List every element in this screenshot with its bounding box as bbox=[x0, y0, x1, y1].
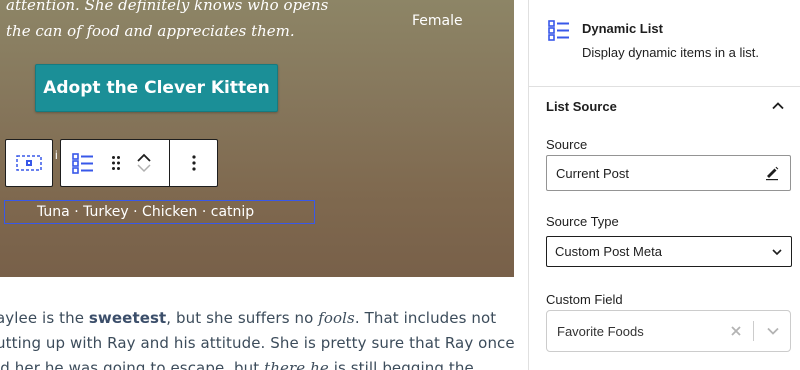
sidebar-scrollbar[interactable] bbox=[795, 0, 800, 370]
custom-field-label: Custom Field bbox=[546, 292, 623, 307]
block-card: Dynamic List Display dynamic items in a … bbox=[529, 0, 800, 87]
block-type-switcher[interactable] bbox=[61, 140, 105, 186]
chevron-down-icon[interactable] bbox=[766, 324, 780, 338]
gender-label: Female bbox=[412, 13, 463, 29]
editor-canvas: attention. She definitely knows who open… bbox=[0, 0, 528, 370]
drag-handle[interactable] bbox=[105, 140, 127, 186]
source-label: Source bbox=[546, 137, 588, 152]
drag-handle-icon bbox=[112, 156, 120, 170]
hero-text-line: attention. She definitely knows who open… bbox=[6, 0, 329, 14]
hero-cover-block[interactable]: attention. She definitely knows who open… bbox=[0, 0, 514, 277]
panel-title: List Source bbox=[546, 99, 617, 114]
clear-icon[interactable] bbox=[729, 324, 743, 338]
select-divider bbox=[753, 321, 754, 341]
block-card-description: Display dynamic items in a list. bbox=[582, 45, 759, 60]
move-up-button[interactable] bbox=[136, 153, 152, 163]
custom-field-select[interactable]: Favorite Foods bbox=[546, 310, 791, 352]
source-field[interactable]: Current Post bbox=[546, 155, 791, 191]
text-run: is still begging the bbox=[328, 359, 474, 370]
paragraph-line: ld her he was going to escape, but there… bbox=[0, 356, 486, 370]
cover-block-icon bbox=[16, 155, 42, 171]
move-down-button[interactable] bbox=[136, 163, 152, 173]
settings-sidebar: Dynamic List Display dynamic items in a … bbox=[529, 0, 800, 370]
italic-text: fools bbox=[318, 309, 355, 327]
source-value: Current Post bbox=[556, 165, 629, 181]
paragraph-block[interactable]: aylee is the sweetest, but she suffers n… bbox=[0, 306, 515, 370]
custom-field-value: Favorite Foods bbox=[557, 323, 644, 339]
list-separator: · bbox=[128, 204, 143, 220]
block-card-title: Dynamic List bbox=[582, 21, 663, 36]
list-icon bbox=[548, 20, 569, 41]
list-item: Tuna bbox=[37, 204, 70, 220]
text-run: ld her he was going to escape, but bbox=[0, 359, 265, 370]
select-parent-block-button[interactable] bbox=[5, 139, 53, 187]
adopt-button[interactable]: Adopt the Clever Kitten bbox=[35, 64, 278, 112]
bold-text: sweetest bbox=[88, 309, 167, 327]
block-options-button[interactable] bbox=[169, 139, 218, 187]
hero-description: attention. She definitely knows who open… bbox=[6, 0, 336, 44]
list-item: Turkey bbox=[83, 204, 129, 220]
paragraph-line: utting up with Ray and his attitude. She… bbox=[0, 334, 515, 352]
block-movers bbox=[127, 140, 161, 186]
list-source-panel-toggle[interactable]: List Source bbox=[529, 88, 800, 126]
pencil-icon[interactable] bbox=[764, 165, 780, 181]
toolbar-marker: i bbox=[55, 148, 58, 162]
list-icon bbox=[72, 153, 93, 174]
italic-text: there he bbox=[264, 359, 329, 370]
list-separator: · bbox=[69, 204, 84, 220]
text-run: aylee is the bbox=[0, 309, 89, 327]
list-separator: · bbox=[197, 204, 211, 220]
source-type-select[interactable]: Custom Post Meta bbox=[546, 236, 792, 267]
text-run: . That includes not bbox=[354, 309, 497, 327]
paragraph-line: aylee is the sweetest, but she suffers n… bbox=[0, 306, 496, 331]
list-item: Chicken bbox=[142, 204, 198, 220]
chevron-up-icon bbox=[772, 102, 784, 110]
source-type-value: Custom Post Meta bbox=[555, 244, 662, 259]
block-toolbar bbox=[60, 139, 170, 187]
hero-text-line: the can of food and appreciates them. bbox=[6, 22, 295, 40]
chevron-down-icon bbox=[137, 164, 151, 173]
source-type-label: Source Type bbox=[546, 214, 619, 229]
chevron-down-icon bbox=[772, 249, 782, 256]
dynamic-list-block[interactable]: Tuna · Turkey · Chicken · catnip bbox=[4, 200, 315, 224]
chevron-up-icon bbox=[137, 153, 151, 162]
more-vertical-icon bbox=[191, 155, 196, 171]
text-run: , but she suffers no bbox=[166, 309, 319, 327]
list-item: catnip bbox=[210, 204, 255, 220]
